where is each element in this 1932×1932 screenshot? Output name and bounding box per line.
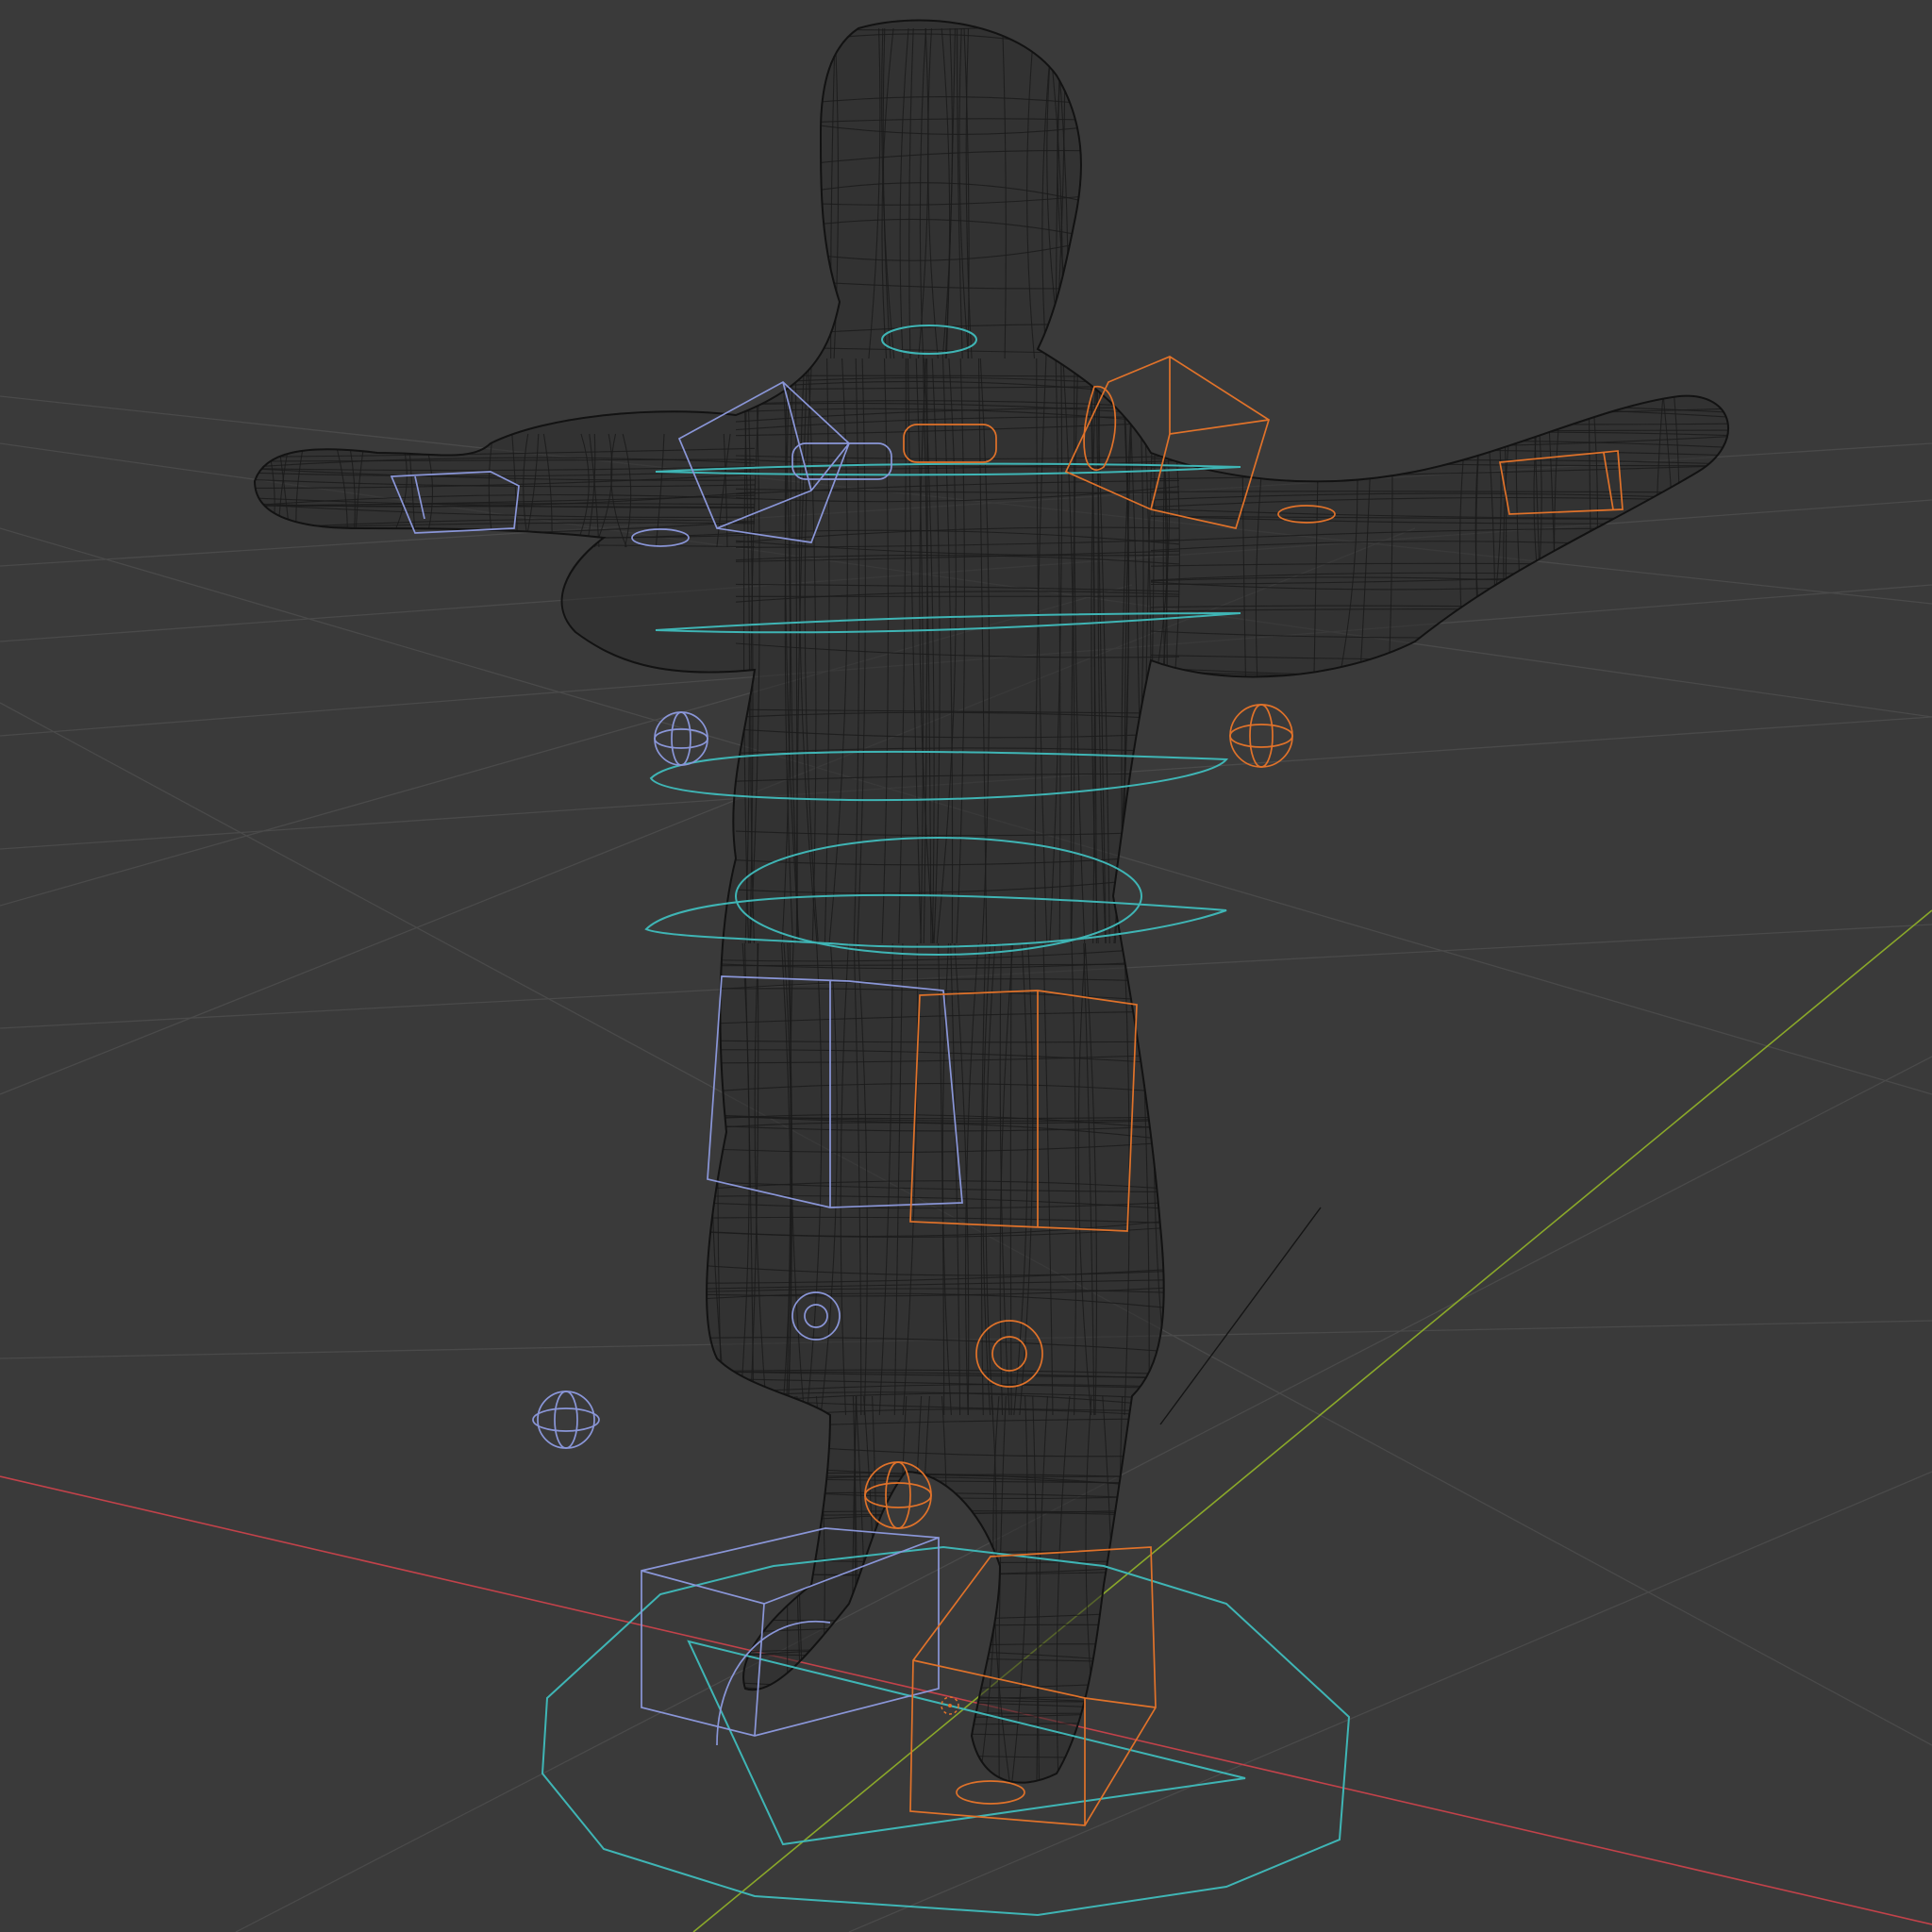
viewport-canvas[interactable] — [0, 0, 1932, 1932]
3d-viewport[interactable] — [0, 0, 1932, 1932]
